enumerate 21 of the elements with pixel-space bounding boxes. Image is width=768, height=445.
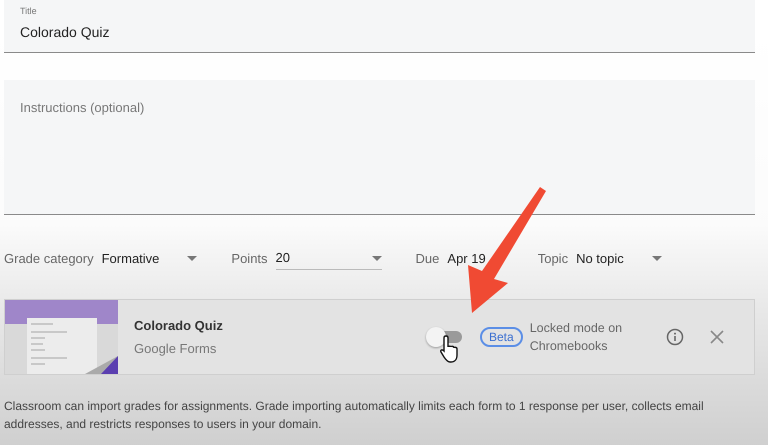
import-grades-note: Classroom can import grades for assignments. Grade importing automatically limits each form to 1 response per user, collects email addresses, and restricts responses to users in your domain. [4,398,705,433]
beta-badge: Beta [480,327,523,347]
setting-label: Topic [538,250,568,266]
info-icon[interactable] [666,328,684,346]
caret-icon [187,256,198,260]
close-button[interactable] [710,330,724,344]
attachment-title[interactable]: Colorado Quiz [134,318,404,333]
locked-mode-label: Locked mode on Chromebooks [530,320,624,355]
field-label: Title [20,6,38,16]
setting-label: Grade category [4,250,94,266]
caret-icon [652,256,662,260]
dropdown[interactable]: No topic [576,246,662,270]
title-field[interactable]: Title Colorado Quiz [4,0,755,53]
caret-icon [372,256,382,261]
attachment-type: Google Forms [134,341,218,356]
due-date-picker[interactable]: Apr 19 [447,246,486,270]
dropdown[interactable]: Formative [102,246,198,270]
title-input[interactable]: Colorado Quiz [20,24,320,40]
instructions-field[interactable]: Instructions (optional) [4,80,755,215]
setting-label: Points [231,250,268,266]
setting-label: Due [416,250,440,266]
